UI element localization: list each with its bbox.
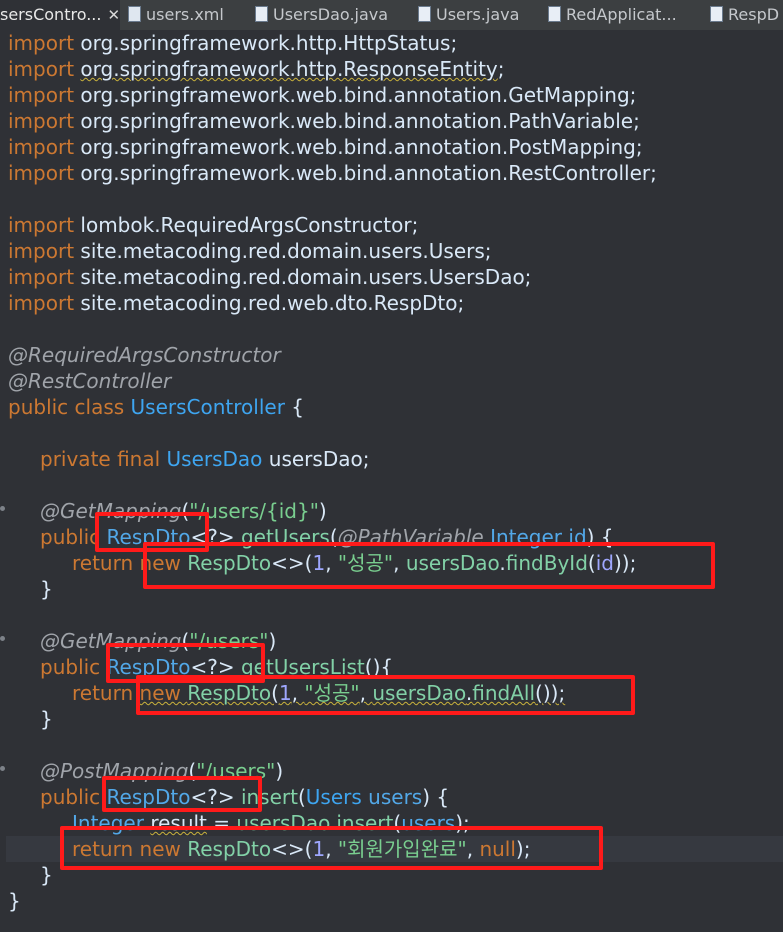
tab-label: users.xml	[146, 5, 224, 24]
tab-redapplication[interactable]: RedApplicat...	[548, 0, 698, 30]
code-line: import org.springframework.web.bind.anno…	[8, 83, 637, 107]
code-line: }	[8, 889, 21, 913]
tab-label: Users.java	[436, 5, 520, 24]
code-line: import org.springframework.web.bind.anno…	[8, 135, 643, 159]
java-file-icon	[255, 5, 268, 22]
tab-label: RespD	[728, 5, 780, 24]
tab-label: sersContro...	[0, 5, 102, 24]
code-editor[interactable]: import org.springframework.http.HttpStat…	[0, 30, 783, 932]
code-line: import site.metacoding.red.domain.users.…	[8, 265, 532, 289]
java-file-icon	[548, 5, 561, 22]
tab-label: UsersDao.java	[273, 5, 389, 24]
code-line: import lombok.RequiredArgsConstructor;	[8, 213, 419, 237]
highlight-box-respdto-3	[102, 776, 262, 812]
tab-users-java[interactable]: Users.java	[418, 0, 538, 30]
code-line: import org.springframework.web.bind.anno…	[8, 109, 640, 133]
code-line: }	[40, 707, 53, 731]
fold-marker[interactable]	[0, 766, 5, 771]
tab-label: RedApplicat...	[566, 5, 677, 24]
highlight-box-return-findbyid	[143, 542, 715, 589]
code-line: import site.metacoding.red.domain.users.…	[8, 239, 492, 263]
editor-tab-bar: sersContro... ✕ users.xml UsersDao.java U…	[0, 0, 783, 31]
tab-respdto[interactable]: RespD	[710, 0, 783, 30]
code-line: @RestController	[8, 369, 172, 393]
xml-file-icon	[128, 5, 141, 22]
close-icon[interactable]: ✕	[107, 6, 120, 24]
java-file-icon	[710, 5, 723, 22]
fold-marker[interactable]	[0, 506, 5, 511]
code-line: import org.springframework.http.Response…	[8, 57, 505, 81]
code-line: }	[40, 577, 53, 601]
code-line: import org.springframework.web.bind.anno…	[8, 161, 657, 185]
tab-users-controller[interactable]: sersContro... ✕	[0, 0, 120, 30]
tab-usersdao-java[interactable]: UsersDao.java	[255, 0, 405, 30]
java-file-icon	[418, 5, 431, 22]
code-line: import org.springframework.http.HttpStat…	[8, 31, 458, 55]
tab-users-xml[interactable]: users.xml	[128, 0, 248, 30]
highlight-box-return-findall	[136, 675, 635, 715]
code-line: public class UsersController {	[8, 395, 305, 419]
code-line: @RequiredArgsConstructor	[8, 343, 281, 367]
highlight-box-return-signup	[60, 826, 603, 870]
fold-marker[interactable]	[0, 636, 5, 641]
code-line: import site.metacoding.red.web.dto.RespD…	[8, 291, 465, 315]
code-line: }	[40, 863, 53, 887]
code-line: private final UsersDao usersDao;	[40, 447, 370, 471]
